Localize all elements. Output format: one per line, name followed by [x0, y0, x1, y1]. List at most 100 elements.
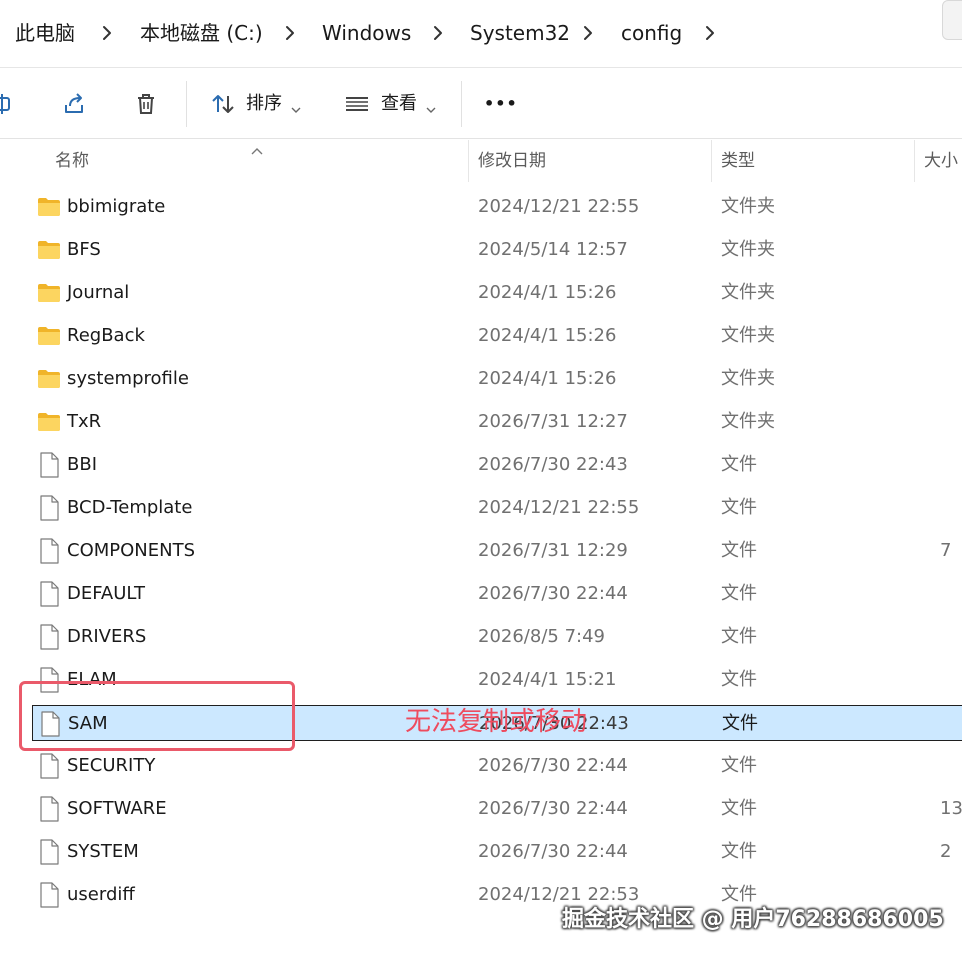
table-row[interactable]: RegBack 2024/4/1 15:26 文件夹	[32, 318, 962, 354]
file-modified-date: 2026/7/30 22:44	[478, 583, 628, 604]
column-header-type[interactable]: 类型	[721, 148, 755, 174]
file-name: COMPONENTS	[67, 540, 196, 561]
breadcrumb-item-config[interactable]: config	[621, 20, 682, 46]
more-options-button[interactable]: •••	[484, 91, 518, 117]
file-name: bbimigrate	[67, 196, 166, 217]
file-size: 13	[940, 798, 962, 819]
file-modified-date: 2024/12/21 22:55	[478, 196, 640, 217]
folder-icon	[37, 325, 61, 347]
file-icon	[39, 882, 59, 908]
sort-button[interactable]: 排序	[246, 91, 282, 117]
toolbar-separator	[186, 81, 187, 127]
file-type: 文件	[721, 755, 757, 776]
address-refresh-button[interactable]	[942, 0, 962, 40]
table-row[interactable]: systemprofile 2024/4/1 15:26 文件夹	[32, 361, 962, 397]
share-icon[interactable]	[62, 91, 88, 117]
column-divider[interactable]	[914, 140, 915, 182]
column-header-name[interactable]: 名称	[55, 148, 89, 174]
table-row[interactable]: BFS 2024/5/14 12:57 文件夹	[32, 232, 962, 268]
column-divider[interactable]	[468, 140, 469, 182]
delete-icon[interactable]	[133, 91, 159, 117]
table-row[interactable]: SOFTWARE 2026/7/30 22:44 文件 13	[32, 791, 962, 827]
folder-icon	[37, 368, 61, 390]
rename-icon[interactable]	[0, 91, 14, 117]
file-modified-date: 2026/8/5 7:49	[478, 626, 605, 647]
file-icon	[39, 796, 59, 822]
chevron-right-icon[interactable]	[283, 21, 297, 45]
table-row[interactable]: BCD-Template 2024/12/21 22:55 文件	[32, 490, 962, 526]
chevron-down-icon[interactable]	[426, 99, 436, 113]
table-row[interactable]: COMPONENTS 2026/7/31 12:29 文件 7	[32, 533, 962, 569]
table-row[interactable]: TxR 2026/7/31 12:27 文件夹	[32, 404, 962, 440]
file-modified-date: 2024/4/1 15:21	[478, 669, 617, 690]
command-bar: 排序 查看 •••	[0, 69, 962, 139]
file-icon	[39, 753, 59, 779]
chevron-down-icon[interactable]	[291, 99, 301, 113]
file-name: Journal	[67, 282, 130, 303]
file-name: RegBack	[67, 325, 145, 346]
view-button[interactable]: 查看	[381, 91, 417, 117]
file-name: DRIVERS	[67, 626, 147, 647]
chevron-right-icon[interactable]	[431, 21, 445, 45]
chevron-right-icon[interactable]	[703, 21, 717, 45]
file-modified-date: 2026/7/30 22:44	[478, 755, 628, 776]
toolbar-separator	[461, 81, 462, 127]
column-header-modified[interactable]: 修改日期	[478, 148, 546, 174]
file-type: 文件夹	[721, 282, 775, 303]
file-type: 文件夹	[721, 325, 775, 346]
table-row[interactable]: DRIVERS 2026/8/5 7:49 文件	[32, 619, 962, 655]
file-icon	[39, 538, 59, 564]
table-row[interactable]: Journal 2024/4/1 15:26 文件夹	[32, 275, 962, 311]
annotation-text: 无法复制或移动	[405, 707, 588, 737]
folder-icon	[37, 282, 61, 304]
file-type: 文件	[721, 798, 757, 819]
file-type: 文件	[721, 497, 757, 518]
watermark: 掘金技术社区 @ 用户76288686005	[562, 907, 944, 932]
table-row[interactable]: DEFAULT 2026/7/30 22:44 文件	[32, 576, 962, 612]
breadcrumb: 此电脑 本地磁盘 (C:) Windows System32 config	[0, 0, 962, 68]
file-type: 文件	[721, 669, 757, 690]
file-modified-date: 2024/4/1 15:26	[478, 282, 617, 303]
breadcrumb-item-this-pc[interactable]: 此电脑	[15, 20, 75, 46]
file-explorer-window: 此电脑 本地磁盘 (C:) Windows System32 config 排序…	[0, 0, 962, 959]
file-size: 2	[940, 841, 952, 862]
file-icon	[39, 495, 59, 521]
folder-icon	[37, 196, 61, 218]
file-name: userdiff	[67, 884, 135, 905]
table-row[interactable]: SECURITY 2026/7/30 22:44 文件	[32, 748, 962, 784]
file-type: 文件夹	[721, 411, 775, 432]
file-modified-date: 2026/7/30 22:43	[478, 454, 628, 475]
file-type: 文件夹	[721, 368, 775, 389]
file-type: 文件	[721, 454, 757, 475]
breadcrumb-item-system32[interactable]: System32	[470, 20, 570, 46]
file-name: BBI	[67, 454, 98, 475]
file-name: TxR	[67, 411, 102, 432]
file-name: BCD-Template	[67, 497, 193, 518]
folder-icon	[37, 239, 61, 261]
file-type: 文件夹	[721, 196, 775, 217]
column-header-size[interactable]: 大小	[924, 148, 958, 174]
breadcrumb-item-windows[interactable]: Windows	[322, 20, 411, 46]
file-modified-date: 2026/7/30 22:44	[478, 841, 628, 862]
file-modified-date: 2024/4/1 15:26	[478, 368, 617, 389]
sort-icon[interactable]	[210, 91, 236, 117]
file-type: 文件夹	[721, 239, 775, 260]
table-row[interactable]: SYSTEM 2026/7/30 22:44 文件 2	[32, 834, 962, 870]
file-name: systemprofile	[67, 368, 189, 389]
chevron-right-icon[interactable]	[100, 21, 114, 45]
file-icon	[39, 624, 59, 650]
file-icon	[39, 581, 59, 607]
table-row[interactable]: bbimigrate 2024/12/21 22:55 文件夹	[32, 189, 962, 225]
file-type: 文件	[721, 540, 757, 561]
breadcrumb-item-local-disk[interactable]: 本地磁盘 (C:)	[140, 20, 263, 46]
file-modified-date: 2026/7/30 22:44	[478, 798, 628, 819]
column-headers: 名称 修改日期 类型 大小	[0, 140, 962, 182]
file-modified-date: 2026/7/31 12:27	[478, 411, 628, 432]
file-type: 文件	[721, 583, 757, 604]
file-name: SECURITY	[67, 755, 156, 776]
file-name: SOFTWARE	[67, 798, 167, 819]
view-icon[interactable]	[344, 91, 370, 117]
table-row[interactable]: BBI 2026/7/30 22:43 文件	[32, 447, 962, 483]
chevron-right-icon[interactable]	[581, 21, 595, 45]
column-divider[interactable]	[711, 140, 712, 182]
